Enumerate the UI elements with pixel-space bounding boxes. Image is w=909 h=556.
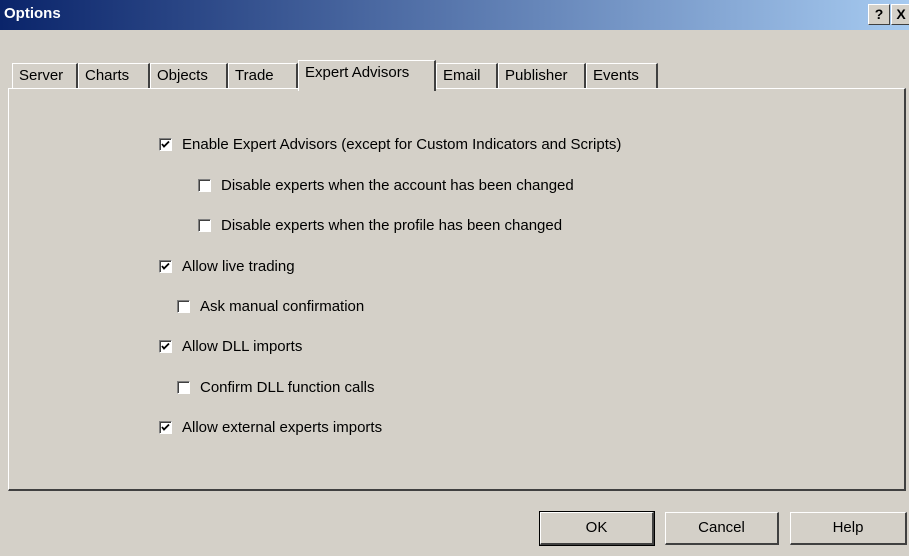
checkbox-box[interactable] <box>159 137 172 151</box>
tab-label: Publisher <box>505 67 568 84</box>
tab-expert-advisors[interactable]: Expert Advisors <box>298 60 436 91</box>
checkbox-box[interactable] <box>177 380 190 394</box>
tab-label: Charts <box>85 67 130 84</box>
option-label: Disable experts when the account has bee… <box>221 176 574 194</box>
confirm-dll-calls-checkbox[interactable]: Confirm DLL function calls <box>177 377 375 397</box>
tab-charts[interactable]: Charts <box>78 63 150 88</box>
tab-email[interactable]: Email <box>436 63 498 88</box>
allow-external-experts-imports-checkbox[interactable]: Allow external experts imports <box>159 417 382 437</box>
enable-expert-advisors-checkbox[interactable]: Enable Expert Advisors (except for Custo… <box>159 134 621 154</box>
tab-events[interactable]: Events <box>586 63 658 88</box>
cancel-button[interactable]: Cancel <box>665 512 779 545</box>
option-label: Disable experts when the profile has bee… <box>221 216 563 234</box>
option-label: Enable Expert Advisors (except for Custo… <box>182 135 622 153</box>
close-title-button[interactable]: X <box>891 4 909 25</box>
checkbox-box[interactable] <box>159 420 172 434</box>
checkmark-icon <box>161 140 170 148</box>
checkmark-icon <box>161 342 170 350</box>
checkbox-box[interactable] <box>198 218 211 232</box>
ok-button[interactable]: OK <box>539 511 655 546</box>
tab-label: Events <box>593 67 639 84</box>
expert-advisors-panel: Enable Expert Advisors (except for Custo… <box>8 88 906 491</box>
window-title: Options <box>4 5 61 22</box>
checkmark-icon <box>161 423 170 431</box>
tab-strip: Server Charts Objects Trade Expert Advis… <box>0 60 909 91</box>
options-dialog: Options ? X Server Charts Objects Trade … <box>0 0 909 556</box>
title-bar: Options ? X <box>0 0 909 30</box>
tab-server[interactable]: Server <box>12 63 78 88</box>
option-label: Allow external experts imports <box>182 418 383 436</box>
tab-label: Expert Advisors <box>305 64 410 81</box>
option-label: Allow live trading <box>182 257 295 275</box>
tab-objects[interactable]: Objects <box>150 63 228 88</box>
tab-publisher[interactable]: Publisher <box>498 63 586 88</box>
disable-on-profile-change-checkbox[interactable]: Disable experts when the profile has bee… <box>198 215 562 235</box>
checkbox-box[interactable] <box>159 259 172 273</box>
tab-label: Email <box>443 67 481 84</box>
checkbox-box[interactable] <box>159 339 172 353</box>
disable-on-account-change-checkbox[interactable]: Disable experts when the account has bee… <box>198 175 574 195</box>
checkmark-icon <box>161 262 170 270</box>
allow-dll-imports-checkbox[interactable]: Allow DLL imports <box>159 336 302 356</box>
option-label: Confirm DLL function calls <box>200 378 375 396</box>
option-label: Ask manual confirmation <box>200 297 365 315</box>
tab-trade[interactable]: Trade <box>228 63 298 88</box>
checkbox-box[interactable] <box>198 178 211 192</box>
help-button[interactable]: Help <box>790 512 907 545</box>
option-label: Allow DLL imports <box>182 337 303 355</box>
ask-manual-confirmation-checkbox[interactable]: Ask manual confirmation <box>177 296 364 316</box>
checkbox-box[interactable] <box>177 299 190 313</box>
allow-live-trading-checkbox[interactable]: Allow live trading <box>159 256 295 276</box>
tab-label: Trade <box>235 67 274 84</box>
help-title-button[interactable]: ? <box>868 4 890 25</box>
tab-label: Objects <box>157 67 208 84</box>
tab-label: Server <box>19 67 64 84</box>
